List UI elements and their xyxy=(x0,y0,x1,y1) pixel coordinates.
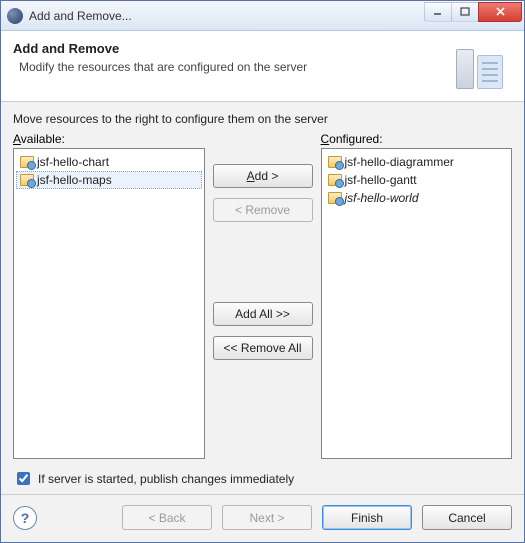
list-item[interactable]: jsf-hello-world xyxy=(324,189,510,207)
window-title: Add and Remove... xyxy=(29,9,425,23)
window-controls xyxy=(425,2,522,22)
module-icon xyxy=(20,174,34,186)
publish-checkbox[interactable] xyxy=(17,472,30,485)
available-column: Available: jsf-hello-chart jsf-hello-maps xyxy=(13,132,205,459)
page-title: Add and Remove xyxy=(13,41,448,56)
help-button[interactable]: ? xyxy=(13,506,37,530)
transfer-buttons: Add > < Remove Add All >> << Remove All xyxy=(213,132,313,459)
module-icon xyxy=(328,156,342,168)
list-item-label: jsf-hello-diagrammer xyxy=(345,155,454,169)
document-icon xyxy=(477,55,503,89)
publish-checkbox-label: If server is started, publish changes im… xyxy=(38,472,294,486)
add-all-button[interactable]: Add All >> xyxy=(213,302,313,326)
titlebar[interactable]: Add and Remove... xyxy=(1,1,524,31)
next-button[interactable]: Next > xyxy=(222,505,312,530)
list-item-label: jsf-hello-chart xyxy=(37,155,109,169)
list-item[interactable]: jsf-hello-maps xyxy=(16,171,202,189)
list-item-label: jsf-hello-world xyxy=(345,191,419,205)
maximize-button[interactable] xyxy=(451,2,479,22)
module-icon xyxy=(328,192,342,204)
publish-checkbox-row[interactable]: If server is started, publish changes im… xyxy=(13,469,512,488)
instructions-text: Move resources to the right to configure… xyxy=(13,112,512,126)
available-label: Available: xyxy=(13,132,205,146)
configured-label: Configured: xyxy=(321,132,513,146)
page-subtitle: Modify the resources that are configured… xyxy=(19,60,448,74)
content-area: Move resources to the right to configure… xyxy=(1,102,524,494)
header-banner: Add and Remove Modify the resources that… xyxy=(1,31,524,102)
cancel-button[interactable]: Cancel xyxy=(422,505,512,530)
back-button[interactable]: < Back xyxy=(122,505,212,530)
module-icon xyxy=(20,156,34,168)
remove-button[interactable]: < Remove xyxy=(213,198,313,222)
list-item[interactable]: jsf-hello-gantt xyxy=(324,171,510,189)
eclipse-icon xyxy=(7,8,23,24)
wizard-footer: ? < Back Next > Finish Cancel xyxy=(1,494,524,542)
banner-image xyxy=(456,41,512,89)
close-button[interactable] xyxy=(478,2,522,22)
remove-all-button[interactable]: << Remove All xyxy=(213,336,313,360)
configured-column: Configured: jsf-hello-diagrammerjsf-hell… xyxy=(321,132,513,459)
module-icon xyxy=(328,174,342,186)
minimize-button[interactable] xyxy=(424,2,452,22)
add-button[interactable]: Add > xyxy=(213,164,313,188)
configured-listbox[interactable]: jsf-hello-diagrammer jsf-hello-gantt jsf-h… xyxy=(321,148,513,459)
list-item[interactable]: jsf-hello-diagrammer xyxy=(324,153,510,171)
finish-button[interactable]: Finish xyxy=(322,505,412,530)
available-listbox[interactable]: jsf-hello-chart jsf-hello-maps xyxy=(13,148,205,459)
server-icon xyxy=(456,49,474,89)
list-item-label: jsf-hello-maps xyxy=(37,173,112,187)
list-item-label: jsf-hello-gantt xyxy=(345,173,417,187)
list-item[interactable]: jsf-hello-chart xyxy=(16,153,202,171)
dialog-window: Add and Remove... Add and Remove Modify … xyxy=(0,0,525,543)
